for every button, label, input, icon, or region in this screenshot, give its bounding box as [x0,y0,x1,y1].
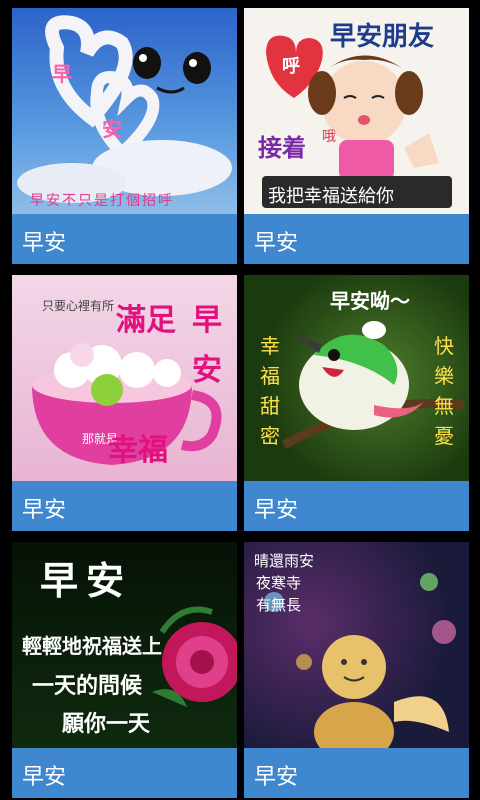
card-3-small-text: 只要心裡有所 [42,299,115,313]
grid-card-3[interactable]: 只要心裡有所 滿足 早 安 那就是 幸福 早安 [12,275,237,531]
card-2-title: 早安朋友 [330,22,435,52]
cloud-heart-illustration [17,15,232,203]
card-6-caption-text: 早安 [254,765,299,790]
card-1-bottom-text: 早安不只是打個招呼 [30,193,174,209]
card-6-line-3: 有無長 [256,596,302,614]
card-3-image: 只要心裡有所 滿足 早 安 那就是 幸福 [12,275,237,481]
card-5-line-3: 願你一天 [62,712,151,737]
card-4-left-text-2: 福 [260,364,280,388]
image-grid: 早 安 早安不只是打個招呼 早安 早安朋友 呼 接着 哦 我把幸福送給你 早安 … [0,0,480,800]
card-3-side-text-2: 安 [192,353,222,388]
card-1-caption: 早安 [12,214,237,264]
card-4-left-text-4: 密 [260,424,280,448]
card-3-caption: 早安 [12,481,237,531]
heart-text-1: 早 [52,62,72,86]
card-6-caption: 早安 [244,748,469,798]
card-5-title: 早安 [40,559,133,603]
card-2-left-text: 接着 [258,134,306,162]
heart-text-2: 安 [102,117,122,141]
grid-card-2[interactable]: 早安朋友 呼 接着 哦 我把幸福送給你 早安 [244,8,469,264]
card-5-line-2: 一天的問候 [32,674,143,699]
card-4-caption: 早安 [244,481,469,531]
card-3-caption-text: 早安 [22,498,67,523]
card-4-caption-text: 早安 [254,498,299,523]
card-5-caption-text: 早安 [22,765,67,790]
card-4-image: 早安呦～ 幸 福 甜 密 快 樂 無 憂 [244,275,469,481]
card-3-bottom-text: 幸福 [108,433,168,468]
grid-card-1[interactable]: 早 安 早安不只是打個招呼 早安 [12,8,237,264]
card-1-caption-text: 早安 [22,231,67,256]
card-4-left-text-1: 幸 [260,334,280,358]
card-2-badge: 呼 [282,56,300,77]
card-6-image: 晴還雨安 夜寒寺 有無長 [244,542,469,748]
card-2-bottom-text: 我把幸福送給你 [268,186,394,207]
card-2-caption: 早安 [244,214,469,264]
card-4-right-text-2: 樂 [434,364,454,388]
card-3-main-text: 滿足 [116,303,176,338]
card-6-line-2: 夜寒寺 [256,574,302,592]
card-4-right-text-1: 快 [434,334,454,358]
card-4-right-text-3: 無 [434,394,454,418]
card-4-title: 早安呦～ [330,289,410,313]
card-2-oh-text: 哦 [322,129,336,145]
card-4-left-text-3: 甜 [260,394,280,418]
card-5-line-1: 輕輕地祝福送上 [22,634,162,658]
card-2-image: 早安朋友 呼 接着 哦 我把幸福送給你 [244,8,469,214]
grid-card-6[interactable]: 晴還雨安 夜寒寺 有無長 早安 [244,542,469,798]
card-2-caption-text: 早安 [254,231,299,256]
grid-card-4[interactable]: 早安呦～ 幸 福 甜 密 快 樂 無 憂 早安 [244,275,469,531]
card-5-caption: 早安 [12,748,237,798]
grid-card-5[interactable]: 早安 輕輕地祝福送上 一天的問候 願你一天 早安 [12,542,237,798]
card-6-line-1: 晴還雨安 [254,552,315,570]
card-1-image: 早 安 早安不只是打個招呼 [12,8,237,214]
card-3-side-text-1: 早 [192,303,222,338]
card-4-right-text-4: 憂 [434,424,454,448]
card-5-image: 早安 輕輕地祝福送上 一天的問候 願你一天 [12,542,237,748]
